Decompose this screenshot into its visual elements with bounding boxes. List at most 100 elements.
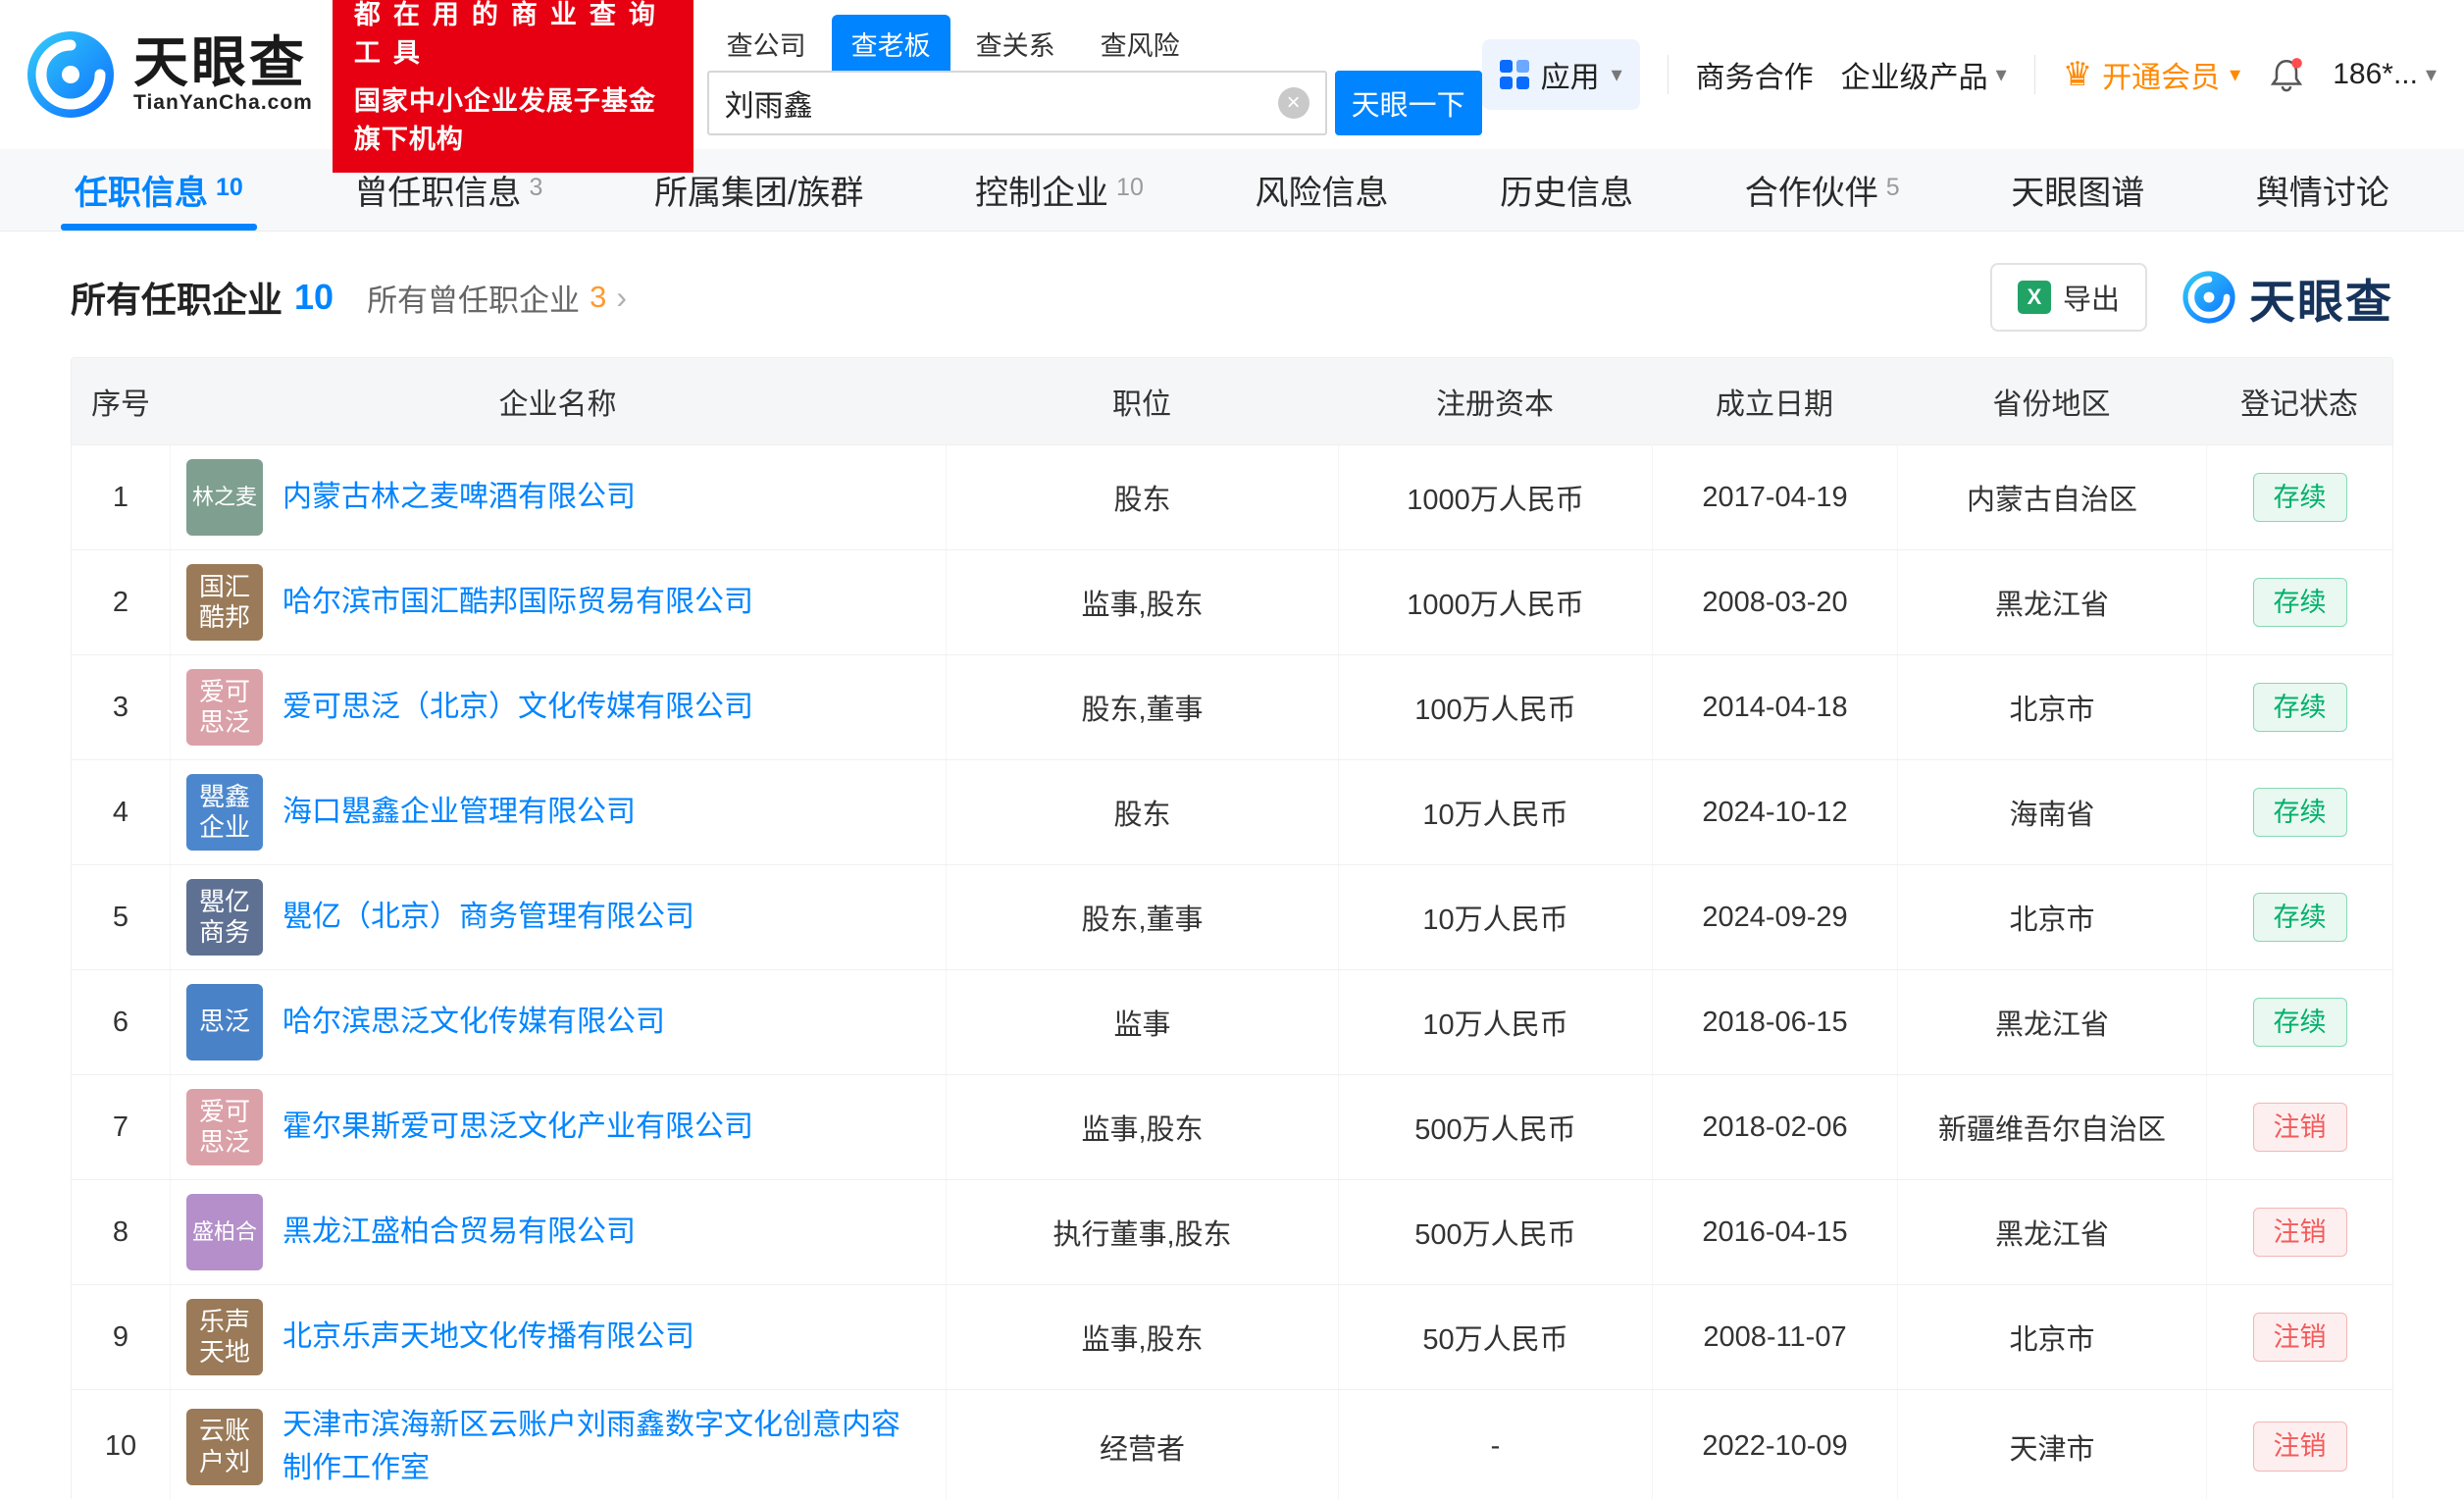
- company-name-link[interactable]: 内蒙古林之麦啤酒有限公司: [282, 476, 636, 519]
- export-button[interactable]: X 导出: [1989, 263, 2147, 332]
- section-title-count: 10: [294, 277, 334, 317]
- search-tab[interactable]: 查老板: [831, 14, 950, 71]
- table-header-row: 序号 企业名称 职位 注册资本 成立日期 省份地区 登记状态: [72, 358, 2392, 444]
- page-tab[interactable]: 风险信息: [1251, 149, 1392, 231]
- page-tab[interactable]: 合作伙伴 5: [1741, 149, 1904, 231]
- company-name-link[interactable]: 海口甖鑫企业管理有限公司: [282, 791, 636, 834]
- column-header: 登记状态: [2240, 388, 2358, 421]
- tianyancha-logo[interactable]: 天眼查 TianYanCha.com: [24, 27, 313, 122]
- company-name-link[interactable]: 北京乐声天地文化传播有限公司: [282, 1316, 694, 1359]
- company-cell: 乐声 天地 北京乐声天地文化传播有限公司: [170, 1285, 946, 1389]
- table-row: 5 甖亿 商务 甖亿（北京）商务管理有限公司 股东,董事 10万人民币 2024-09-29…: [72, 864, 2392, 969]
- status-cell: 存续: [2206, 970, 2392, 1074]
- company-logo-text: 酷邦: [198, 602, 250, 632]
- registered-capital-cell: 100万人民币: [1338, 655, 1652, 759]
- page-tab[interactable]: 天眼图谱: [2007, 149, 2148, 231]
- search-input[interactable]: [724, 85, 1278, 120]
- former-positions-link[interactable]: 所有曾任职企业 3 ›: [367, 276, 627, 320]
- top-header: 天眼查 TianYanCha.com 都在用的商业查询工具 国家中小企业发展子基…: [0, 0, 2464, 173]
- nav-label: 企业级产品: [1840, 62, 1988, 94]
- status-badge: 存续: [2252, 787, 2347, 838]
- tab-label: 任职信息: [75, 175, 208, 212]
- company-name-link[interactable]: 黑龙江盛柏合贸易有限公司: [282, 1211, 636, 1254]
- company-logo-text: 思泛: [198, 707, 250, 737]
- tab-label: 合作伙伴: [1744, 175, 1878, 212]
- tab-label: 控制企业: [975, 175, 1109, 212]
- search-area: 查公司查老板查关系查风险 × 天眼一下: [706, 14, 1482, 135]
- search-button[interactable]: 天眼一下: [1334, 70, 1482, 135]
- established-date-cell: 2018-06-15: [1652, 970, 1897, 1074]
- row-index: 8: [112, 1215, 129, 1248]
- account-phone-button[interactable]: 186*... ▾: [2333, 58, 2437, 91]
- company-logo: 思泛: [186, 984, 263, 1060]
- company-logo-text: 思泛: [198, 1127, 250, 1157]
- province-cell: 天津市: [1897, 1390, 2206, 1499]
- registered-capital-cell: 1000万人民币: [1338, 550, 1652, 654]
- status-badge: 存续: [2252, 577, 2347, 628]
- company-name-link[interactable]: 天津市滨海新区云账户刘雨鑫数字文化创意内容制作工作室: [282, 1404, 918, 1489]
- position-cell: 监事: [946, 970, 1338, 1074]
- position-cell: 监事,股东: [946, 550, 1338, 654]
- vip-membership-button[interactable]: ♛ 开通会员 ▾: [2063, 53, 2241, 96]
- company-cell: 云账 户刘 天津市滨海新区云账户刘雨鑫数字文化创意内容制作工作室: [170, 1390, 946, 1499]
- position-cell: 经营者: [946, 1390, 1338, 1499]
- position-cell: 股东,董事: [946, 655, 1338, 759]
- status-cell: 存续: [2206, 550, 2392, 654]
- page-tab[interactable]: 曾任职信息 3: [350, 149, 546, 231]
- position-cell: 监事,股东: [946, 1285, 1338, 1389]
- search-input-wrap: ×: [706, 70, 1327, 135]
- company-logo-text: 企业: [198, 812, 250, 842]
- established-date-cell: 2024-10-12: [1652, 760, 1897, 864]
- province-cell: 黑龙江省: [1897, 1180, 2206, 1284]
- company-logo: 乐声 天地: [186, 1299, 263, 1375]
- company-logo-text: 天地: [198, 1337, 250, 1367]
- excel-icon: X: [2017, 281, 2051, 314]
- company-logo: 云账 户刘: [186, 1408, 263, 1485]
- established-date-cell: 2018-02-06: [1652, 1075, 1897, 1179]
- registered-capital-cell: 10万人民币: [1338, 760, 1652, 864]
- province-cell: 北京市: [1897, 655, 2206, 759]
- nav-label: 商务合作: [1695, 62, 1814, 94]
- company-cell: 甖亿 商务 甖亿（北京）商务管理有限公司: [170, 865, 946, 969]
- page-tab[interactable]: 历史信息: [1496, 149, 1637, 231]
- tab-count: 3: [529, 174, 543, 201]
- company-name-link[interactable]: 哈尔滨思泛文化传媒有限公司: [282, 1001, 665, 1044]
- registered-capital-cell: 10万人民币: [1338, 970, 1652, 1074]
- nav-item-business-cooperation[interactable]: 商务合作: [1696, 53, 1814, 96]
- chevron-right-icon: ›: [616, 279, 627, 315]
- company-cell: 爱可 思泛 爱可思泛（北京）文化传媒有限公司: [170, 655, 946, 759]
- notification-bell-button[interactable]: [2268, 56, 2305, 93]
- company-name-link[interactable]: 甖亿（北京）商务管理有限公司: [282, 896, 694, 939]
- province-cell: 海南省: [1897, 760, 2206, 864]
- registered-capital-cell: 50万人民币: [1338, 1285, 1652, 1389]
- search-tab[interactable]: 查关系: [956, 15, 1075, 71]
- company-logo: 林之麦: [186, 459, 263, 536]
- status-badge: 注销: [2252, 1421, 2347, 1472]
- company-name-link[interactable]: 爱可思泛（北京）文化传媒有限公司: [282, 686, 753, 729]
- apps-menu-button[interactable]: 应用 ▾: [1481, 39, 1640, 110]
- established-date-cell: 2008-03-20: [1652, 550, 1897, 654]
- page-tab[interactable]: 舆情讨论: [2252, 149, 2393, 231]
- province-cell: 黑龙江省: [1897, 970, 2206, 1074]
- table-row: 9 乐声 天地 北京乐声天地文化传播有限公司 监事,股东 50万人民币 2008-11-07…: [72, 1284, 2392, 1389]
- nav-item-enterprise-products[interactable]: 企业级产品 ▾: [1841, 53, 2007, 96]
- company-name-link[interactable]: 霍尔果斯爱可思泛文化产业有限公司: [282, 1106, 753, 1149]
- clear-search-icon[interactable]: ×: [1277, 86, 1309, 119]
- status-cell: 注销: [2206, 1390, 2392, 1499]
- table-row: 2 国汇 酷邦 哈尔滨市国汇酷邦国际贸易有限公司 监事,股东 1000万人民币 2008-0…: [72, 549, 2392, 654]
- page-tab[interactable]: 所属集团/族群: [650, 149, 867, 231]
- search-tab[interactable]: 查风险: [1081, 15, 1200, 71]
- company-logo-text: 盛柏合: [191, 1218, 257, 1244]
- page-tab[interactable]: 任职信息 10: [61, 149, 257, 231]
- company-cell: 林之麦 内蒙古林之麦啤酒有限公司: [170, 445, 946, 549]
- search-tab[interactable]: 查公司: [707, 15, 826, 71]
- tianyancha-logo-icon: [27, 31, 114, 118]
- position-cell: 执行董事,股东: [946, 1180, 1338, 1284]
- status-cell: 注销: [2206, 1180, 2392, 1284]
- company-name-link[interactable]: 哈尔滨市国汇酷邦国际贸易有限公司: [282, 581, 753, 624]
- status-badge: 注销: [2252, 1207, 2347, 1258]
- row-index: 7: [112, 1111, 129, 1143]
- section-title: 所有任职企业: [71, 280, 283, 320]
- status-cell: 注销: [2206, 1075, 2392, 1179]
- page-tab[interactable]: 控制企业 10: [971, 149, 1148, 231]
